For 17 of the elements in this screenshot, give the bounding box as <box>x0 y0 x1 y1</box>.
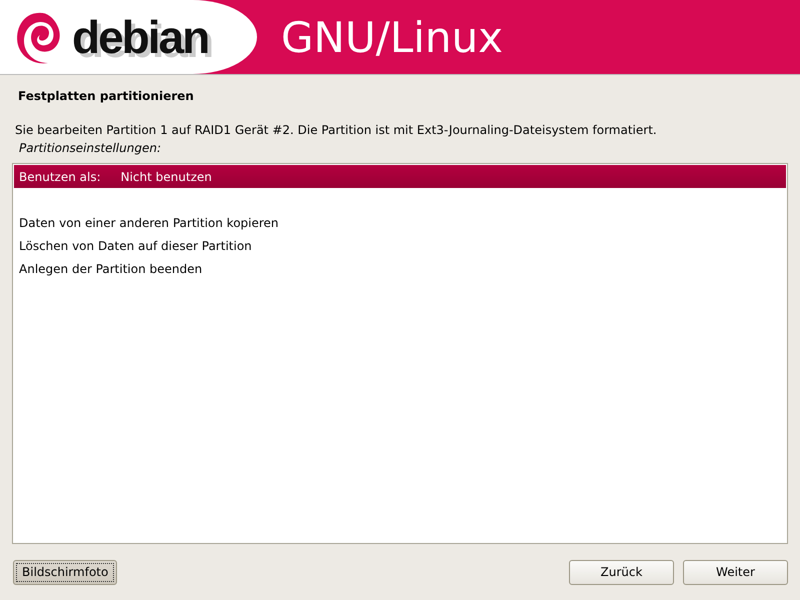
continue-button[interactable]: Weiter <box>683 560 788 584</box>
action-label: Löschen von Daten auf dieser Partition <box>19 238 252 252</box>
screenshot-button[interactable]: Bildschirmfoto <box>13 560 118 584</box>
action-label: Anlegen der Partition beenden <box>19 262 202 276</box>
setting-value: Nicht benutzen <box>120 170 212 184</box>
action-label: Daten von einer anderen Partition kopieren <box>19 216 279 230</box>
page-heading: Festplatten partitionieren <box>18 89 195 103</box>
logo-text: debian <box>72 14 208 60</box>
list-item[interactable]: Daten von einer anderen Partition kopieren <box>14 211 786 234</box>
list-item[interactable]: Löschen von Daten auf dieser Partition <box>14 234 786 257</box>
back-button[interactable]: Zurück <box>569 560 674 584</box>
list-item[interactable]: Anlegen der Partition beenden <box>14 257 786 280</box>
description-text: Sie bearbeiten Partition 1 auf RAID1 Gerät #2. Die Partition ist mit Ext3-Journaling-Dateisystem formatiert. <box>15 123 658 137</box>
list-label: Partitionseinstellungen: <box>19 141 162 155</box>
setting-label: Benutzen als: <box>19 170 101 184</box>
banner-title: GNU/Linux <box>281 12 504 62</box>
list-item[interactable]: Benutzen als: Nicht benutzen <box>14 165 786 188</box>
